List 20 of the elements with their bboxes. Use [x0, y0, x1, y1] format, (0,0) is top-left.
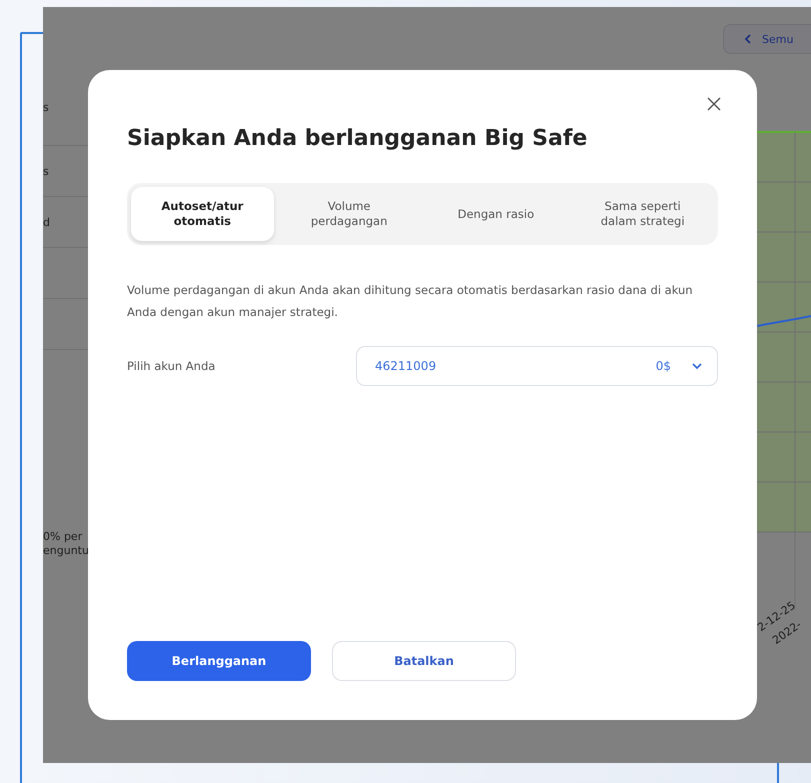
- description-text: Volume perdagangan di akun Anda akan dihitung secara otomatis berdasarkan rasio dana di akun Anda dengan akun manajer strategi.: [127, 282, 694, 321]
- subscribe-button[interactable]: Berlangganan: [127, 641, 311, 681]
- cancel-button[interactable]: Batalkan: [332, 641, 516, 681]
- tab[interactable]: Dengan rasio: [424, 187, 568, 241]
- dialog-title: Siapkan Anda berlangganan Big Safe: [127, 126, 588, 151]
- field-label: Pilih akun Anda: [127, 359, 216, 373]
- balance-text: 0$: [656, 359, 671, 373]
- row-label: s: [43, 101, 49, 114]
- chevron-left-icon: [744, 34, 752, 44]
- note-text: 0% per: [43, 530, 84, 544]
- note-text: enguntu: [43, 544, 88, 558]
- close-icon[interactable]: [706, 96, 722, 112]
- chevron-down-icon: [691, 362, 703, 370]
- tab[interactable]: Autoset/atur otomatis: [131, 187, 274, 241]
- account-dropdown[interactable]: 46211009 0$: [356, 346, 718, 386]
- tab[interactable]: Sama seperti dalam strategi: [571, 187, 714, 241]
- tab[interactable]: Volume perdagangan: [278, 187, 420, 241]
- account-number: 46211009: [375, 359, 438, 373]
- row-label: d: [43, 216, 50, 228]
- row-label: s: [43, 164, 49, 178]
